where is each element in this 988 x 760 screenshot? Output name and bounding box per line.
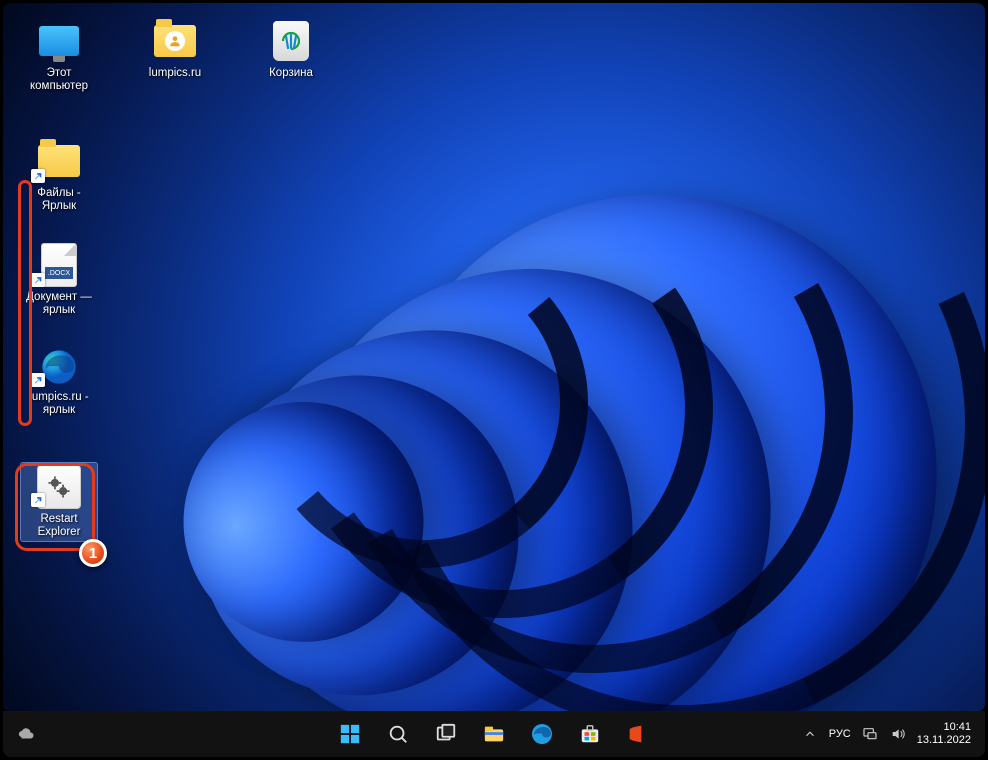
callout-number: 1 (89, 545, 97, 562)
network-icon[interactable] (861, 725, 879, 743)
shortcut-overlay-icon (31, 169, 45, 183)
docx-icon: .DOCX (41, 243, 77, 287)
icon-label: Restart Explorer (23, 513, 95, 539)
start-button[interactable] (331, 715, 369, 753)
desktop-icon-edge-shortcut[interactable]: lumpics.ru - ярлык (21, 347, 97, 417)
icon-label: lumpics.ru (149, 67, 201, 80)
volume-icon[interactable] (889, 725, 907, 743)
desktop-icon-recycle-bin[interactable]: Корзина (253, 19, 329, 93)
clock-time: 10:41 (917, 721, 971, 734)
wallpaper-bloom (173, 123, 985, 712)
edge-icon (39, 347, 79, 387)
desktop-icon-doc-shortcut[interactable]: .DOCX Документ — ярлык (21, 243, 97, 317)
icon-label: Этот компьютер (21, 67, 97, 93)
explorer-button[interactable] (475, 715, 513, 753)
icon-label: Документ — ярлык (21, 291, 97, 317)
desktop-icon-restart-explorer[interactable]: Restart Explorer (21, 463, 97, 541)
icon-label: Корзина (269, 67, 313, 80)
clock[interactable]: 10:41 13.11.2022 (917, 721, 971, 747)
search-button[interactable] (379, 715, 417, 753)
annotation-callout-1: 1 (79, 539, 107, 567)
desktop-icon-user-folder[interactable]: lumpics.ru (137, 19, 213, 93)
icon-label: Файлы - Ярлык (21, 187, 97, 213)
shortcut-overlay-icon (31, 273, 45, 287)
taskbar-center (331, 715, 657, 753)
clock-date: 13.11.2022 (917, 734, 971, 747)
icon-label: lumpics.ru - ярлык (21, 391, 97, 417)
task-view-button[interactable] (427, 715, 465, 753)
store-button[interactable] (571, 715, 609, 753)
folder-icon (154, 25, 196, 57)
weather-icon[interactable] (17, 725, 35, 743)
desktop-icon-this-pc[interactable]: Этот компьютер (21, 19, 97, 93)
taskbar-left (17, 725, 35, 743)
shortcut-overlay-icon (31, 373, 45, 387)
recycle-bin-icon (273, 21, 309, 61)
office-button[interactable] (619, 715, 657, 753)
taskbar: РУС 10:41 13.11.2022 (3, 711, 985, 757)
edge-button[interactable] (523, 715, 561, 753)
taskbar-right: РУС 10:41 13.11.2022 (801, 721, 971, 747)
monitor-icon (39, 26, 79, 56)
desktop[interactable]: Этот компьютер lumpics.ru Корзина Файлы … (3, 3, 985, 712)
desktop-icon-files-shortcut[interactable]: Файлы - Ярлык (21, 139, 97, 213)
language-indicator[interactable]: РУС (829, 728, 851, 740)
tray-chevron-icon[interactable] (801, 725, 819, 743)
shortcut-overlay-icon (31, 493, 45, 507)
